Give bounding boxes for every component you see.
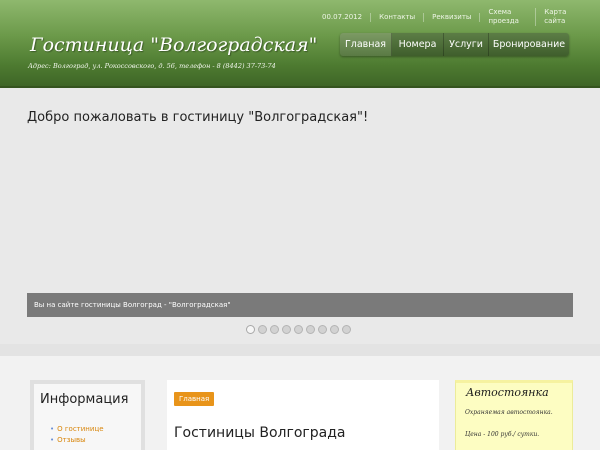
slider-pagination: [246, 325, 354, 334]
top-link-directions[interactable]: Схема проезда: [480, 8, 537, 26]
nav-home[interactable]: Главная: [340, 33, 392, 56]
slider-dot[interactable]: [342, 325, 351, 334]
slider-banner: Добро пожаловать в гостиницу "Волгоградс…: [0, 88, 600, 344]
site-title[interactable]: Гостиница "Волгоградская": [30, 34, 317, 56]
top-link-sitemap[interactable]: Карта сайта: [536, 8, 576, 26]
breadcrumb[interactable]: Главная: [174, 392, 215, 406]
site-header: 00.07.2012 Контакты Реквизиты Схема прое…: [0, 0, 600, 88]
sidebar-title: Информация: [40, 392, 129, 407]
slider-dot[interactable]: [258, 325, 267, 334]
top-link-requisites[interactable]: Реквизиты: [424, 12, 481, 22]
slider-dot[interactable]: [282, 325, 291, 334]
top-link-contacts[interactable]: Контакты: [371, 12, 425, 22]
slide-caption: Вы на сайте гостиницы Волгоград - "Волго…: [27, 293, 573, 317]
slider-dot[interactable]: [246, 325, 255, 334]
section-divider: [0, 344, 600, 356]
parking-line-price: Цена - 100 руб./ сутки.: [465, 431, 540, 438]
main-content: Главная Гостиницы Волгограда: [167, 380, 439, 450]
slider-dot[interactable]: [270, 325, 279, 334]
info-sidebar: Информация О гостинице Отзывы: [30, 380, 145, 450]
site-address: Адрес: Волгоград, ул. Рокоссовского, д. …: [28, 62, 276, 70]
slider-dot[interactable]: [306, 325, 315, 334]
welcome-heading: Добро пожаловать в гостиницу "Волгоградс…: [27, 110, 369, 125]
sidebar-list: О гостинице Отзывы: [50, 424, 104, 446]
current-date: 00.07.2012: [322, 12, 372, 22]
nav-rooms[interactable]: Номера: [392, 33, 444, 56]
nav-booking[interactable]: Бронирование: [489, 33, 569, 56]
parking-title: Автостоянка: [466, 386, 549, 399]
page-title: Гостиницы Волгограда: [174, 425, 346, 441]
parking-line-guarded: Охраняемая автостоянка.: [465, 409, 553, 416]
main-nav: Главная Номера Услуги Бронирование: [340, 33, 569, 56]
parking-note: Автостоянка Охраняемая автостоянка. Цена…: [455, 380, 573, 450]
top-links: 00.07.2012 Контакты Реквизиты Схема прое…: [322, 8, 576, 26]
slider-dot[interactable]: [318, 325, 327, 334]
slider-dot[interactable]: [330, 325, 339, 334]
sidebar-item-reviews[interactable]: Отзывы: [50, 435, 104, 446]
sidebar-item-about[interactable]: О гостинице: [50, 424, 103, 435]
nav-services[interactable]: Услуги: [444, 33, 489, 56]
slider-dot[interactable]: [294, 325, 303, 334]
